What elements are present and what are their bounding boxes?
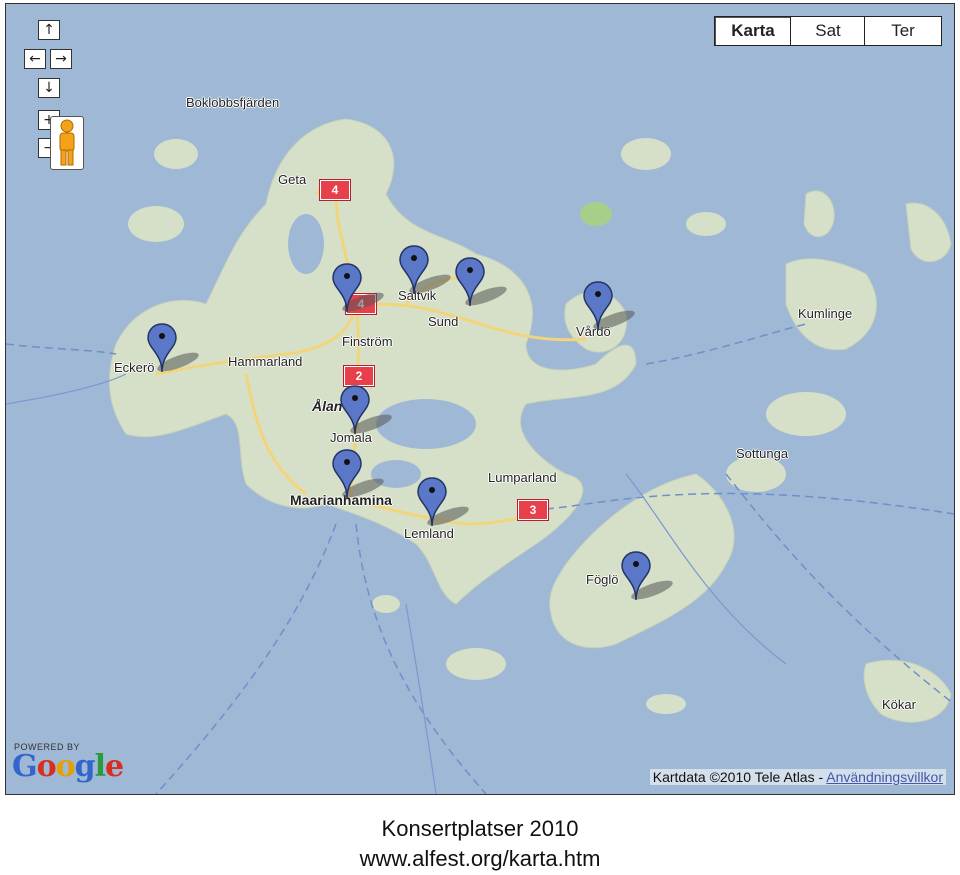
map-type-karta-button[interactable]: Karta [714, 16, 792, 46]
place-label-aland: Ålan [312, 398, 343, 414]
pan-down-button[interactable]: ↓ [38, 78, 60, 98]
google-logo-letter: o [36, 749, 57, 784]
map-pin-icon[interactable] [398, 244, 458, 299]
place-label-finstrom: Finström [342, 334, 393, 349]
place-label-kumlinge: Kumlinge [798, 306, 853, 321]
cluster-badge[interactable]: 4 [320, 180, 350, 200]
pan-up-button[interactable]: ↑ [38, 20, 60, 40]
google-logo-letter: G [12, 749, 38, 784]
map-type-sat-button[interactable]: Sat [790, 16, 866, 46]
map-pin-icon[interactable] [620, 550, 680, 605]
map-pin-icon[interactable] [454, 256, 514, 311]
attribution-text: Kartdata ©2010 Tele Atlas - [652, 769, 827, 785]
map-pin-icon[interactable] [331, 448, 391, 503]
map-pin-icon[interactable] [582, 280, 642, 335]
pan-left-button[interactable]: ← [24, 49, 46, 69]
place-label-sottunga: Sottunga [736, 446, 789, 461]
place-label-geta: Geta [278, 172, 307, 187]
terms-of-use-link[interactable]: Användningsvillkor [826, 769, 943, 785]
street-view-pegman-icon[interactable] [50, 116, 84, 170]
place-label-lumparland: Lumparland [488, 470, 557, 485]
map-canvas[interactable]: Boklobbsfjärden Geta Saltvik Sund Finstr… [5, 3, 955, 795]
google-logo-letter: e [105, 749, 124, 784]
google-logo[interactable]: Google [12, 749, 124, 784]
map-terrain [6, 118, 954, 794]
google-logo-letter: g [74, 749, 96, 784]
place-label-kokar: Kökar [882, 697, 916, 712]
cluster-badge[interactable]: 3 [518, 500, 548, 520]
map-pin-icon[interactable] [331, 262, 391, 317]
place-label-foglo: Föglö [586, 572, 619, 587]
place-label-hammarland: Hammarland [228, 354, 303, 369]
google-logo-letter: l [94, 749, 106, 784]
place-label-sund: Sund [428, 314, 459, 329]
caption-url: www.alfest.org/karta.htm [359, 846, 601, 871]
map-pin-icon[interactable] [146, 322, 206, 377]
pan-right-button[interactable]: → [50, 49, 72, 69]
map-pin-icon[interactable] [416, 476, 476, 531]
google-logo-letter: o [55, 749, 76, 784]
map-type-ter-button[interactable]: Ter [864, 16, 942, 46]
caption-title: Konsertplatser 2010 [381, 816, 579, 841]
place-label-boklobbsfjarden: Boklobbsfjärden [186, 95, 280, 110]
map-pin-icon[interactable] [339, 384, 399, 439]
map-attribution: Kartdata ©2010 Tele Atlas - Användningsv… [649, 769, 946, 785]
cluster-badge[interactable]: 2 [344, 366, 374, 386]
